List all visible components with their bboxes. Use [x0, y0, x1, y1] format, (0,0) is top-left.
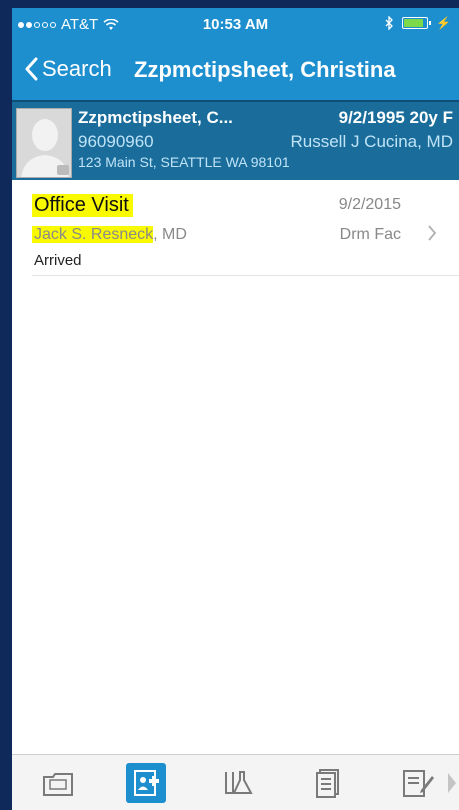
bluetooth-icon	[385, 16, 393, 30]
patient-address: 123 Main St, SEATTLE WA 98101	[78, 154, 290, 170]
battery-icon	[402, 17, 432, 29]
patient-chart-icon[interactable]	[126, 763, 166, 803]
patient-mrn: 96090960	[78, 132, 154, 151]
back-label: Search	[42, 56, 112, 81]
tab-bar	[12, 754, 459, 810]
provider-name: Jack S. Resneck	[32, 226, 154, 243]
visit-type: Office Visit	[32, 194, 133, 217]
folder-icon[interactable]	[38, 763, 78, 803]
charging-icon: ⚡	[436, 16, 451, 30]
chevron-left-icon	[25, 57, 38, 81]
patient-avatar[interactable]	[16, 108, 72, 178]
back-button[interactable]: Search	[24, 56, 112, 82]
provider-suffix: , MD	[153, 226, 187, 243]
patient-dob-age-sex: 9/2/1995 20y F	[338, 108, 453, 127]
chevron-right-icon	[427, 224, 437, 247]
patient-physician: Russell J Cucina, MD	[290, 132, 454, 151]
visit-list-item[interactable]: Office Visit 9/2/2015 Jack S. Resneck, M…	[12, 180, 459, 276]
page-title: Zzpmctipsheet, Christina	[134, 57, 396, 82]
visit-date: 9/2/2015	[338, 196, 401, 213]
row-divider	[32, 275, 459, 276]
visit-provider: Jack S. Resneck, MD	[32, 226, 187, 244]
more-tabs-chevron-icon[interactable]	[447, 771, 459, 795]
document-list-icon[interactable]	[308, 763, 348, 803]
status-bar: AT&T 10:53 AM ⚡	[12, 8, 459, 40]
navigation-bar: Search Zzpmctipsheet, Christina	[12, 40, 459, 100]
camera-icon	[57, 165, 69, 175]
note-edit-icon[interactable]	[398, 763, 438, 803]
patient-name: Zzpmctipsheet, C...	[78, 108, 233, 127]
visit-facility: Drm Fac	[339, 226, 401, 243]
lab-flask-icon[interactable]	[218, 763, 258, 803]
visit-status: Arrived	[34, 252, 82, 269]
phone-screen: AT&T 10:53 AM ⚡ Search Zzpmctipsheet, Ch…	[12, 8, 459, 810]
patient-banner[interactable]: Zzpmctipsheet, C... 9/2/1995 20y F 96090…	[12, 100, 459, 180]
